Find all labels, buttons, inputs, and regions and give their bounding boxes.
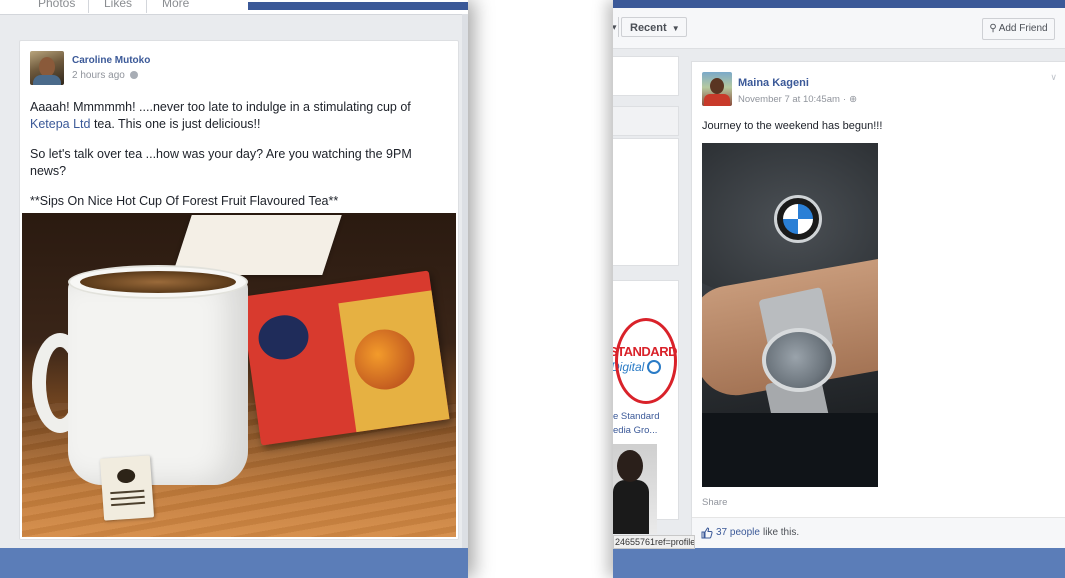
post-text-part: tea. This one is just delicious!!	[90, 117, 261, 131]
tab-photos[interactable]: Photos	[38, 0, 75, 10]
tag-text-line	[110, 495, 145, 501]
bmw-watch-photo[interactable]	[702, 143, 878, 487]
avatar-shirt	[704, 94, 730, 106]
post-card-caroline: Caroline Mutoko 2 hours ago Aaaah! Mmmmm…	[19, 40, 459, 540]
post-body: Aaaah! Mmmmmh! ....never too late to ind…	[30, 99, 450, 223]
recent-dropdown[interactable]: Recent ▼	[621, 17, 687, 37]
ketepa-link[interactable]: Ketepa Ltd	[30, 117, 90, 131]
post-paragraph-2: So let's talk over tea ...how was your d…	[30, 147, 412, 178]
tag-logo	[116, 468, 136, 484]
add-person-icon: ⚲	[989, 23, 997, 34]
recent-label: Recent	[630, 22, 667, 34]
bmw-roundel	[783, 204, 813, 234]
person-thumbnail[interactable]	[613, 444, 657, 534]
post-time-text: 2 hours ago	[72, 70, 125, 81]
avatar-face	[710, 78, 724, 94]
person-head	[617, 450, 643, 482]
globe-icon	[129, 71, 138, 79]
tab-more[interactable]: More	[162, 0, 189, 10]
person-body	[613, 480, 649, 534]
tag-text-line	[111, 501, 146, 507]
mug-body	[68, 275, 248, 485]
bmw-logo	[774, 195, 822, 243]
sidebar-box	[613, 138, 679, 266]
post-text-part: Aaaah! Mmmmmh! ....never too late to ind…	[30, 100, 411, 114]
post-paragraph-1: Aaaah! Mmmmmh! ....never too late to ind…	[30, 99, 450, 133]
standard-caption[interactable]: e Standard	[613, 411, 659, 422]
separator-dot: ·	[842, 94, 847, 105]
avatar[interactable]	[30, 51, 64, 85]
likes-count-link[interactable]: 37 people	[716, 527, 760, 538]
post-paragraph-3: **Sips On Nice Hot Cup Of Forest Fruit F…	[30, 194, 339, 208]
watch-face	[762, 328, 836, 392]
chevron-down-icon: ▼	[671, 24, 680, 33]
post-author-name[interactable]: Maina Kageni	[738, 77, 809, 89]
tea-mug-photo[interactable]	[22, 213, 456, 537]
post-timestamp[interactable]: 2 hours ago	[72, 70, 138, 81]
tea-bag-tag	[99, 455, 155, 521]
post-time-text: November 7 at 10:45am	[738, 94, 840, 105]
roundel-quadrant	[798, 219, 813, 234]
ketepa-logo	[255, 312, 312, 363]
left-facebook-screenshot: Photos Likes More Caroline Mutoko 2 hour…	[0, 0, 468, 578]
top-nav-bar	[613, 0, 1065, 8]
right-column-edge	[462, 14, 468, 548]
add-friend-label: Add Friend	[998, 23, 1048, 34]
sidebar-box	[613, 56, 679, 96]
roundel-quadrant	[783, 219, 798, 234]
status-url: 24655761ref=profile	[613, 535, 695, 549]
add-friend-button[interactable]: ⚲ Add Friend	[982, 18, 1055, 40]
share-link[interactable]: Share	[702, 497, 727, 508]
standard-caption[interactable]: edia Gro...	[613, 425, 657, 436]
post-card-maina: Maina Kageni November 7 at 10:45am · ⊕ ∨ J…	[691, 61, 1065, 550]
tab-likes[interactable]: Likes	[104, 0, 132, 10]
roundel-quadrant	[798, 204, 813, 219]
tea-liquid	[80, 271, 236, 293]
post-text: Journey to the weekend has begun!!!	[702, 120, 883, 132]
thumbs-up-icon	[701, 527, 713, 539]
chevron-down-icon[interactable]: ∨	[1050, 72, 1057, 83]
dropdown-edge-icon[interactable]: ▾	[613, 17, 619, 37]
logo-ring	[615, 318, 677, 404]
timeline-header: ▾ Recent ▼ ⚲ Add Friend	[613, 8, 1065, 49]
tag-text-line	[110, 489, 145, 495]
tab-divider	[88, 0, 89, 13]
bottom-bar	[0, 548, 468, 578]
globe-icon: ⊕	[849, 94, 858, 105]
sidebar-box	[613, 106, 679, 136]
top-nav-bar	[248, 2, 468, 10]
likes-suffix: like this.	[763, 527, 800, 538]
post-author-name[interactable]: Caroline Mutoko	[72, 55, 150, 66]
roundel-quadrant	[783, 204, 798, 219]
bottom-bar	[613, 548, 1065, 578]
tea-box	[240, 270, 450, 446]
avatar-face	[39, 57, 55, 77]
likes-bar: 37 people like this.	[692, 517, 1065, 550]
avatar-shoulder	[33, 75, 61, 85]
dark-sleeve	[702, 413, 878, 487]
tab-divider	[146, 0, 147, 13]
right-facebook-screenshot: ▾ Recent ▼ ⚲ Add Friend STANDARD Digital e…	[613, 0, 1065, 578]
avatar[interactable]	[702, 72, 732, 106]
post-timestamp[interactable]: November 7 at 10:45am · ⊕	[738, 94, 857, 105]
